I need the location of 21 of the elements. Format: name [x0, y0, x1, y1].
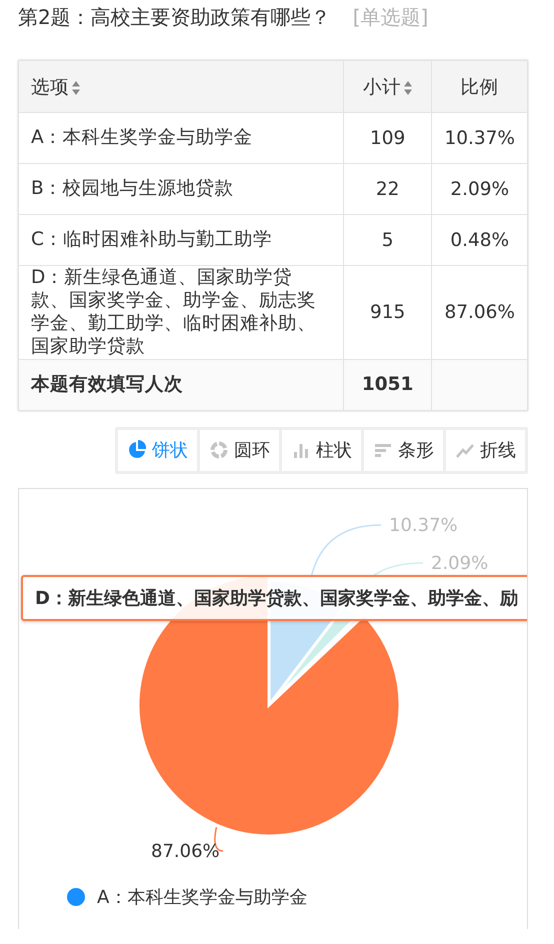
data-label: 2.09%: [431, 552, 488, 574]
column-header: 比例: [432, 60, 528, 112]
table-cell: 0.48%: [432, 214, 528, 266]
table-cell: 22: [343, 164, 432, 214]
table-cell: 10.37%: [432, 112, 528, 164]
data-label: 10.37%: [389, 514, 458, 536]
table-cell: 87.06%: [432, 266, 528, 359]
table-cell: 本题有效填写人次: [18, 359, 344, 410]
table-cell: 2.09%: [432, 164, 528, 214]
table-cell: B：校园地与生源地贷款: [18, 164, 344, 214]
table-cell: 109: [343, 112, 432, 164]
question-title: 第2题：高校主要资助政策有哪些？: [18, 4, 331, 31]
table-cell: 915: [343, 266, 432, 359]
table-cell: 1051: [343, 359, 432, 410]
data-label: 87.06%: [151, 840, 220, 862]
question-type-tag: [单选题]: [352, 4, 428, 31]
table-cell: D：新生绿色通道、国家助学贷款、国家奖学金、助学金、励志奖学金、勤工助学、临时困难补助、国家助学贷款: [18, 266, 344, 359]
tooltip: D：新生绿色通道、国家助学贷款、国家奖学金、助学金、励: [21, 574, 527, 620]
table-cell: 5: [343, 214, 432, 266]
table-cell: C：临时困难补助与勤工助学: [18, 214, 344, 266]
table-cell: A：本科生奖学金与助学金: [18, 112, 344, 164]
